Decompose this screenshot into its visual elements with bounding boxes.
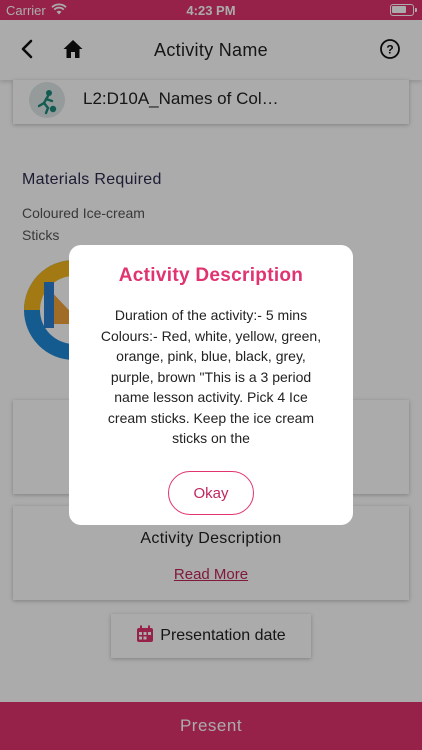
- modal-title: Activity Description: [118, 265, 304, 286]
- activity-description-modal: Activity Description Duration of the act…: [69, 245, 353, 525]
- modal-body-text[interactable]: Duration of the activity:- 5 mins Colour…: [99, 305, 323, 453]
- okay-label: Okay: [193, 484, 229, 502]
- okay-button[interactable]: Okay: [168, 471, 254, 515]
